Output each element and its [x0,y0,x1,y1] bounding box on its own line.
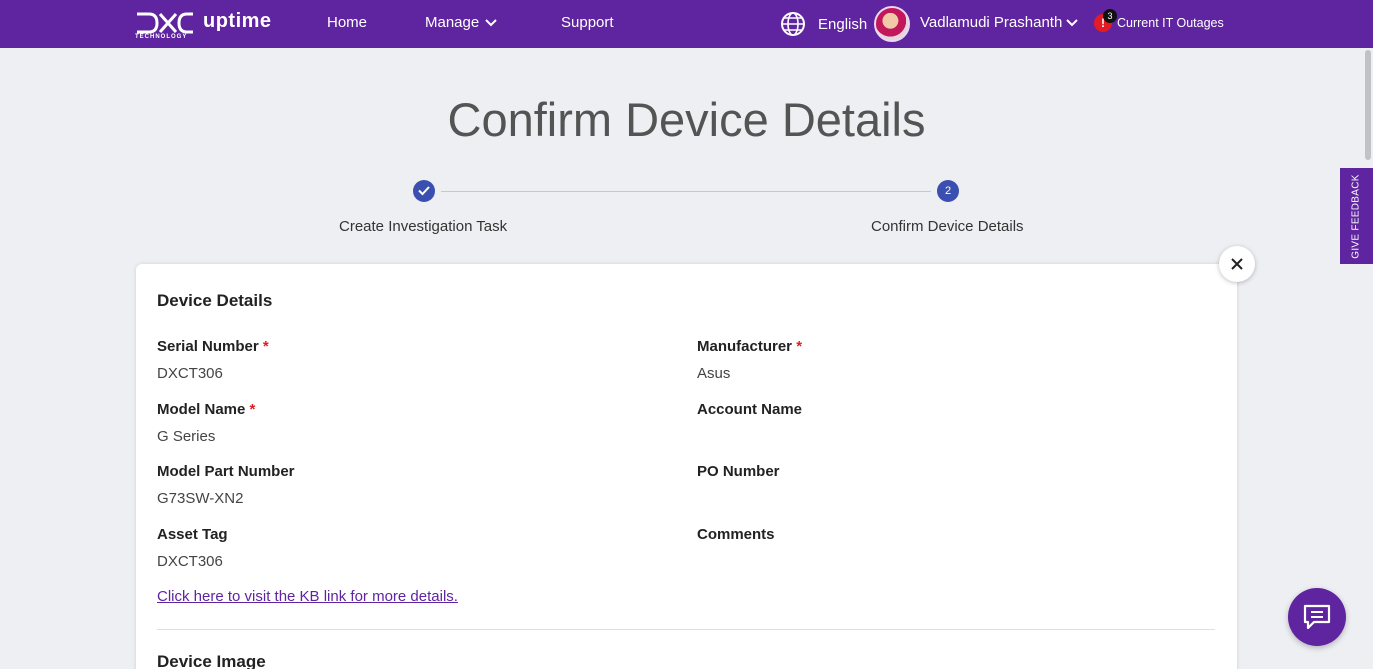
chat-icon [1303,604,1331,630]
current-it-outages-link[interactable]: Current IT Outages [1117,16,1224,30]
check-icon [418,186,430,196]
required-marker: * [262,338,269,355]
device-details-title: Device Details [157,291,273,310]
chat-button[interactable] [1288,588,1346,646]
asset-tag-label: Asset Tag [157,526,228,543]
step-label-confirm-device: Confirm Device Details [871,218,1024,235]
step-2-active: 2 [937,180,959,202]
account-name-label: Account Name [697,401,803,418]
step-1-complete [413,180,435,202]
asset-tag-value: DXCT306 [157,553,223,570]
language-selector[interactable]: English [818,16,867,33]
kb-link[interactable]: Click here to visit the KB link for more… [157,588,458,605]
nav-manage[interactable]: Manage [425,14,497,31]
nav-home[interactable]: Home [327,14,367,31]
model-part-number-label: Model Part Number [157,463,295,480]
po-number-label: PO Number [697,463,780,480]
device-image-title: Device Image [157,652,266,669]
chevron-down-icon [485,19,497,27]
manufacturer-label: Manufacturer * [697,338,803,355]
required-marker: * [249,401,256,418]
serial-number-label: Serial Number * [157,338,269,355]
globe-icon[interactable] [780,11,806,37]
logo-subtitle: TECHNOLOGY [135,34,188,40]
serial-number-value: DXCT306 [157,365,223,382]
device-details-card [136,264,1237,669]
manufacturer-value: Asus [697,365,731,382]
model-name-value: G Series [157,428,216,445]
comments-label: Comments [697,526,775,543]
user-menu[interactable]: Vadlamudi Prashanth [920,14,1079,31]
chevron-down-icon [1066,19,1079,27]
required-marker: * [796,338,803,355]
alert-count-badge: 3 [1103,9,1117,23]
model-name-label: Model Name * [157,401,256,418]
user-name: Vadlamudi Prashanth [920,14,1063,31]
step-label-create-investigation: Create Investigation Task [339,218,508,235]
top-nav-bar: TECHNOLOGY uptime Home Manage Support En… [0,0,1373,48]
model-part-number-value: G73SW-XN2 [157,490,244,507]
give-feedback-tab[interactable]: GIVE FEEDBACK [1340,168,1373,264]
stepper-line [441,191,931,192]
feedback-label: GIVE FEEDBACK [1351,173,1363,259]
close-icon [1231,258,1243,270]
nav-manage-label: Manage [425,14,480,31]
app-name[interactable]: uptime [203,10,272,33]
nav-support[interactable]: Support [561,14,614,31]
section-divider [157,629,1215,630]
close-button[interactable] [1219,246,1255,282]
page-title: Confirm Device Details [447,93,926,146]
avatar[interactable] [874,6,910,42]
